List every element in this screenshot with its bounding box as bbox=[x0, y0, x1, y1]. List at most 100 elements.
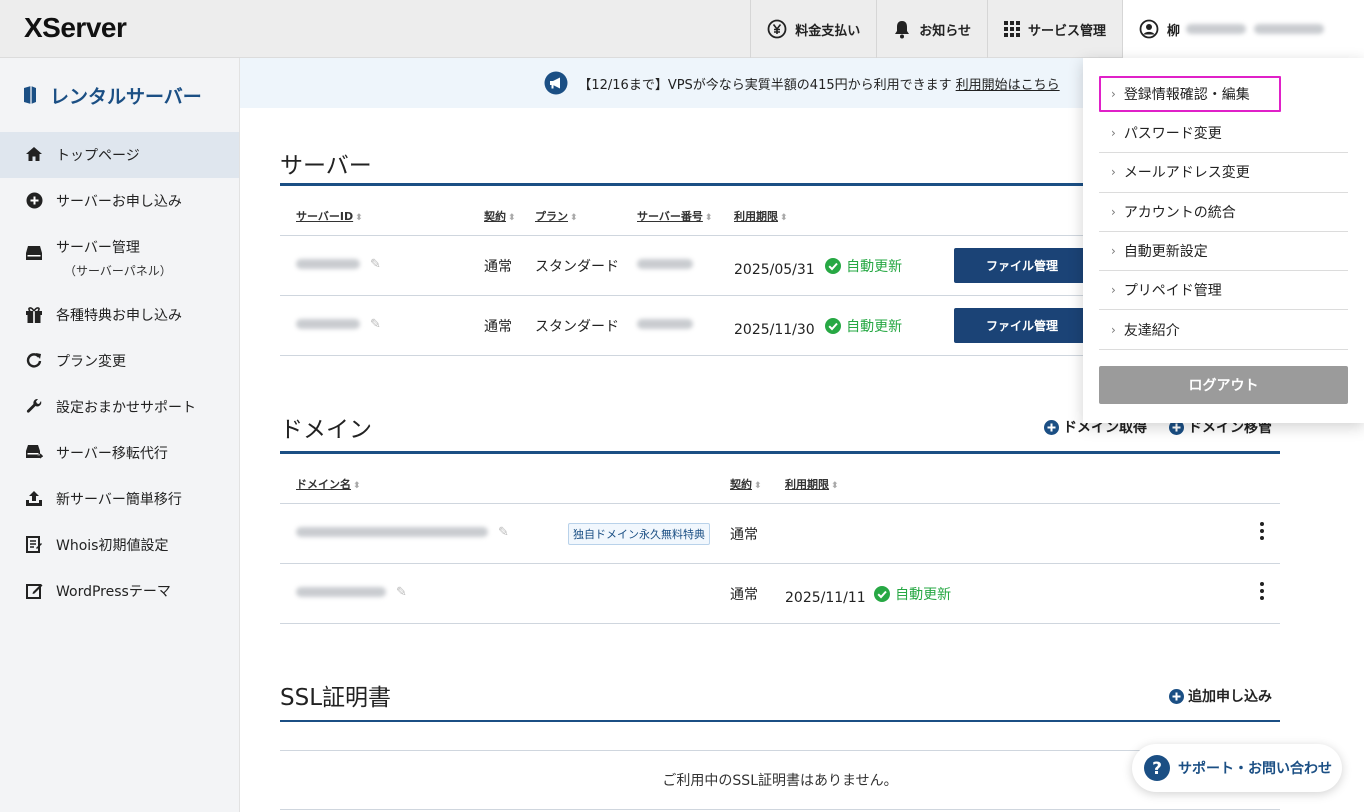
question-icon: ? bbox=[1144, 755, 1170, 781]
chevron-right-icon: › bbox=[1111, 204, 1116, 219]
auto-renew-label: 自動更新 bbox=[895, 587, 952, 603]
sidebar-item-top-page[interactable]: トップページ bbox=[0, 132, 239, 178]
more-options-icon[interactable] bbox=[1256, 522, 1268, 540]
table-row: ✎ 独自ドメイン永久無料特典 通常 bbox=[280, 504, 1280, 564]
server-icon bbox=[24, 237, 44, 261]
chevron-right-icon: › bbox=[1111, 126, 1116, 141]
grid-icon bbox=[1003, 21, 1020, 37]
auto-renew-status: 自動更新 bbox=[825, 256, 902, 276]
file-manager-button[interactable]: ファイル管理 bbox=[954, 248, 1090, 283]
expiry-date: 2025/11/11 bbox=[785, 590, 866, 606]
menu-item-label: アカウントの統合 bbox=[1123, 204, 1236, 221]
sort-icon: ⬍ bbox=[704, 213, 713, 223]
pencil-icon[interactable]: ✎ bbox=[396, 585, 407, 600]
column-contract[interactable]: 契約 ⬍ bbox=[484, 208, 516, 224]
support-button[interactable]: ? サポート・お問い合わせ bbox=[1132, 744, 1342, 792]
ssl-section-header: SSL証明書 追加申し込み bbox=[280, 678, 1280, 722]
sidebar-item-server-apply[interactable]: サーバーお申し込み bbox=[0, 178, 239, 224]
auto-renew-status: 自動更新 bbox=[825, 316, 902, 336]
sidebar-item-label: サーバーお申し込み bbox=[56, 194, 182, 210]
sidebar-item-new-server-migration[interactable]: 新サーバー簡単移行 bbox=[0, 476, 239, 522]
server-move-icon bbox=[24, 443, 44, 461]
file-manager-button[interactable]: ファイル管理 bbox=[954, 308, 1090, 343]
expiry-cell: 2025/05/31 自動更新 bbox=[734, 256, 902, 278]
sort-icon: ⬍ bbox=[570, 213, 578, 223]
menu-item-email-change[interactable]: › メールアドレス変更 bbox=[1099, 153, 1348, 193]
sort-icon: ⬍ bbox=[780, 213, 788, 223]
more-options-icon[interactable] bbox=[1256, 582, 1268, 600]
rental-server-icon bbox=[22, 85, 38, 105]
sidebar-item-plan-change[interactable]: プラン変更 bbox=[0, 338, 239, 384]
banner-link[interactable]: 利用開始はこちら bbox=[956, 74, 1060, 93]
menu-item-auto-renew-settings[interactable]: › 自動更新設定 bbox=[1099, 232, 1348, 272]
ssl-actions: 追加申し込み bbox=[1169, 686, 1272, 706]
sidebar-item-label: トップページ bbox=[56, 148, 140, 164]
sidebar-item-server-management[interactable]: サーバー管理 （サーバーパネル） bbox=[0, 224, 239, 292]
column-expiry[interactable]: 利用期限 ⬍ bbox=[785, 476, 839, 492]
megaphone-icon bbox=[544, 71, 568, 95]
menu-item-registration-info[interactable]: › 登録情報確認・編集 bbox=[1099, 76, 1281, 112]
menu-item-account-merge[interactable]: › アカウントの統合 bbox=[1099, 193, 1348, 232]
user-dropdown-menu: › 登録情報確認・編集 › パスワード変更 › メールアドレス変更 › アカウントの統合… bbox=[1083, 58, 1364, 423]
sort-icon: ⬍ bbox=[355, 213, 363, 223]
banner-text: 【12/16まで】VPSが今なら実質半額の415円から利用できます bbox=[578, 77, 952, 93]
pencil-icon[interactable]: ✎ bbox=[498, 525, 509, 540]
column-domain-name[interactable]: ドメイン名 ⬍ bbox=[296, 476, 361, 492]
expiry-date: 2025/05/31 bbox=[734, 262, 815, 278]
contract-cell: 通常 bbox=[730, 527, 758, 543]
column-server-id[interactable]: サーバーID ⬍ bbox=[296, 208, 363, 224]
sidebar-item-wordpress-theme[interactable]: WordPressテーマ bbox=[0, 568, 239, 614]
column-expiry[interactable]: 利用期限 ⬍ bbox=[734, 208, 788, 224]
column-label: 契約 bbox=[730, 478, 752, 491]
ssl-add-button[interactable]: 追加申し込み bbox=[1169, 686, 1272, 706]
support-label: サポート・お問い合わせ bbox=[1178, 761, 1332, 777]
menu-item-password-change[interactable]: › パスワード変更 bbox=[1099, 114, 1348, 154]
logout-button[interactable]: ログアウト bbox=[1099, 365, 1348, 404]
menu-item-label: 登録情報確認・編集 bbox=[1123, 87, 1250, 103]
chevron-right-icon: › bbox=[1111, 283, 1116, 298]
upload-icon bbox=[24, 489, 44, 507]
sidebar-item-text: サーバー管理 （サーバーパネル） bbox=[56, 237, 172, 279]
menu-item-label: プリペイド管理 bbox=[1123, 283, 1222, 300]
sidebar-title[interactable]: レンタルサーバー bbox=[0, 58, 239, 132]
wrench-icon bbox=[24, 397, 44, 415]
pencil-icon[interactable]: ✎ bbox=[370, 257, 381, 272]
auto-renew-label: 自動更新 bbox=[846, 259, 903, 275]
sort-icon: ⬍ bbox=[353, 481, 361, 491]
menu-item-label: メールアドレス変更 bbox=[1123, 165, 1250, 182]
document-icon bbox=[24, 535, 44, 553]
sidebar-title-label: レンタルサーバー bbox=[50, 85, 202, 108]
gift-icon bbox=[24, 305, 44, 324]
contract-cell: 通常 bbox=[730, 587, 758, 603]
payment-button[interactable]: 料金支払い bbox=[750, 0, 876, 58]
contract-cell: 通常 bbox=[484, 319, 512, 335]
plus-circle-icon bbox=[24, 191, 44, 209]
domain-name-cell: ✎ bbox=[296, 584, 407, 600]
expiry-date: 2025/11/30 bbox=[734, 322, 815, 338]
top-header: XServer 料金支払い お知らせ サービス管理 柳 bbox=[0, 0, 1364, 58]
notifications-button[interactable]: お知らせ bbox=[876, 0, 987, 58]
edit-box-icon bbox=[24, 581, 44, 599]
user-icon bbox=[1139, 19, 1159, 39]
sidebar-item-label: プラン変更 bbox=[56, 354, 126, 370]
user-menu-button[interactable]: 柳 bbox=[1122, 0, 1364, 58]
column-label: サーバーID bbox=[296, 210, 354, 223]
sidebar-item-label: 設定おまかせサポート bbox=[56, 400, 196, 416]
xserver-logo[interactable]: XServer bbox=[24, 12, 127, 44]
menu-item-prepaid[interactable]: › プリペイド管理 bbox=[1099, 271, 1348, 311]
column-server-number[interactable]: サーバー番号 ⬍ bbox=[637, 208, 712, 224]
sidebar-item-whois[interactable]: Whois初期値設定 bbox=[0, 522, 239, 568]
column-plan[interactable]: プラン ⬍ bbox=[535, 208, 578, 224]
column-contract[interactable]: 契約 ⬍ bbox=[730, 476, 762, 492]
pencil-icon[interactable]: ✎ bbox=[370, 317, 381, 332]
service-management-button[interactable]: サービス管理 bbox=[986, 0, 1122, 58]
menu-item-referral[interactable]: › 友達紹介 bbox=[1099, 310, 1348, 350]
check-circle-icon bbox=[874, 586, 891, 602]
server-id-cell: ✎ bbox=[296, 316, 381, 332]
plan-cell: スタンダード bbox=[535, 319, 619, 335]
menu-item-label: 自動更新設定 bbox=[1123, 244, 1208, 261]
sidebar-item-benefits[interactable]: 各種特典お申し込み bbox=[0, 292, 239, 338]
sidebar-item-server-transfer[interactable]: サーバー移転代行 bbox=[0, 430, 239, 476]
sidebar-item-setup-support[interactable]: 設定おまかせサポート bbox=[0, 384, 239, 430]
payment-label: 料金支払い bbox=[795, 23, 861, 39]
